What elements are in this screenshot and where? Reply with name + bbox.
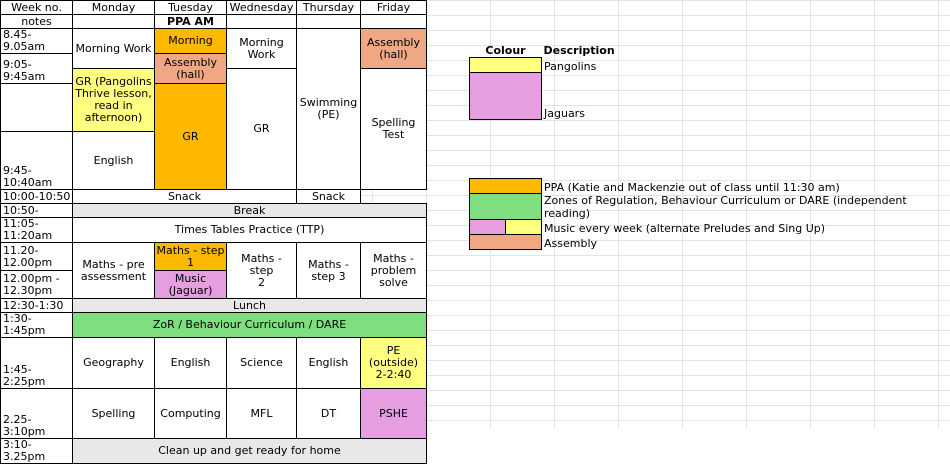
wed-mfl[interactable]: MFL xyxy=(226,388,297,439)
fri-spelling-test[interactable]: Spelling Test xyxy=(360,68,427,190)
mon-morning-work[interactable]: Morning Work xyxy=(72,28,155,69)
time-slot-7[interactable]: 11.20- 12.00pm xyxy=(0,242,73,271)
time-slot-13[interactable]: 3:10-3.25pm xyxy=(0,438,73,464)
time-slot-2b[interactable] xyxy=(0,83,73,132)
zones-of-regulation[interactable]: ZoR / Behaviour Curriculum / DARE xyxy=(72,312,427,338)
thu-dt[interactable]: DT xyxy=(296,388,361,439)
timetable: Week no. Monday Tuesday Wednesday Thursd… xyxy=(0,0,427,464)
break[interactable]: Break xyxy=(72,203,427,218)
colour-key: Colour Description Pangolins Jaguars PPA… xyxy=(469,43,948,250)
time-slot-4[interactable]: 10:00-10:50 xyxy=(0,189,73,204)
fri-maths[interactable]: Maths - problem solve xyxy=(360,242,427,299)
key-music: Music every week (alternate Preludes and… xyxy=(544,221,826,235)
notes-thursday[interactable] xyxy=(296,14,361,29)
wed-science[interactable]: Science xyxy=(226,337,297,389)
key-colour-header: Colour xyxy=(485,43,526,57)
mon-geography[interactable]: Geography xyxy=(72,337,155,389)
thu-english[interactable]: English xyxy=(296,337,361,389)
mon-guided-reading[interactable]: GR (Pangolins Thrive lesson, read in aft… xyxy=(72,68,155,132)
time-slot-3[interactable]: 9:45-10:40am xyxy=(0,131,73,190)
mon-spelling[interactable]: Spelling xyxy=(72,388,155,439)
key-swatch-assembly xyxy=(469,234,542,250)
tue-english[interactable]: English xyxy=(154,337,227,389)
time-slot-10[interactable]: 1:30-1:45pm xyxy=(0,312,73,338)
wed-guided-reading[interactable]: GR xyxy=(226,68,297,190)
key-pangolins: Pangolins xyxy=(544,59,597,73)
thu-maths[interactable]: Maths - step 3 xyxy=(296,242,361,299)
tue-guided-reading[interactable]: GR xyxy=(154,83,227,190)
time-slot-6[interactable]: 11:05-11:20am xyxy=(0,217,73,243)
time-slot-5[interactable]: 10:50- xyxy=(0,203,73,218)
thu-swimming[interactable]: Swimming (PE) xyxy=(296,28,361,190)
key-ppa: PPA (Katie and Mackenzie out of class un… xyxy=(544,180,840,194)
fri-assembly[interactable]: Assembly (hall) xyxy=(360,28,427,69)
key-assembly: Assembly xyxy=(544,236,598,250)
header-week[interactable]: Week no. xyxy=(0,0,73,15)
key-description-header: Description xyxy=(543,43,615,57)
mon-english[interactable]: English xyxy=(72,131,155,190)
tue-music[interactable]: Music (Jaguar) xyxy=(154,270,227,299)
notes-friday[interactable] xyxy=(360,14,427,29)
key-swatch-jaguars xyxy=(469,72,542,120)
wed-maths[interactable]: Maths - step 2 xyxy=(226,242,297,299)
tue-maths[interactable]: Maths - step 1 xyxy=(154,242,227,271)
wed-morning-work[interactable]: Morning Work xyxy=(226,28,297,69)
notes-wednesday[interactable] xyxy=(226,14,297,29)
time-slot-1[interactable]: 8.45-9.05am xyxy=(0,28,73,54)
mon-maths[interactable]: Maths - pre assessment xyxy=(72,242,155,299)
header-tuesday[interactable]: Tuesday xyxy=(154,0,227,15)
key-swatch-zones xyxy=(469,193,542,220)
key-swatch-ppa xyxy=(469,178,542,194)
header-friday[interactable]: Friday xyxy=(360,0,427,15)
header-monday[interactable]: Monday xyxy=(72,0,155,15)
time-slot-12[interactable]: 2.25-3:10pm xyxy=(0,388,73,439)
key-swatch-music xyxy=(469,219,542,235)
fri-pshe[interactable]: PSHE xyxy=(360,388,427,439)
header-wednesday[interactable]: Wednesday xyxy=(226,0,297,15)
ppa-am-note[interactable]: PPA AM xyxy=(154,14,227,29)
key-jaguars: Jaguars xyxy=(544,106,585,120)
notes-label[interactable]: notes xyxy=(0,14,73,29)
time-slot-11[interactable]: 1:45-2:25pm xyxy=(0,337,73,389)
lunch[interactable]: Lunch xyxy=(72,298,427,313)
fri-snack[interactable]: Snack xyxy=(296,189,361,204)
clean-up[interactable]: Clean up and get ready for home xyxy=(72,438,427,464)
tue-assembly[interactable]: Assembly (hall) xyxy=(154,53,227,84)
key-zones: Zones of Regulation, Behaviour Curriculu… xyxy=(544,193,907,220)
key-spacer xyxy=(470,120,542,179)
tue-computing[interactable]: Computing xyxy=(154,388,227,439)
tue-morning[interactable]: Morning xyxy=(154,28,227,54)
time-slot-9[interactable]: 12:30-1:30 xyxy=(0,298,73,313)
snack[interactable]: Snack xyxy=(72,189,297,204)
time-slot-2[interactable]: 9:05-9:45am xyxy=(0,53,73,84)
notes-monday[interactable] xyxy=(72,14,155,29)
header-thursday[interactable]: Thursday xyxy=(296,0,361,15)
times-tables-practice[interactable]: Times Tables Practice (TTP) xyxy=(72,217,427,243)
key-swatch-pangolins xyxy=(469,57,542,73)
fri-pe-outside[interactable]: PE (outside) 2-2:40 xyxy=(360,337,427,389)
time-slot-8[interactable]: 12.00pm - 12.30pm xyxy=(0,270,73,299)
